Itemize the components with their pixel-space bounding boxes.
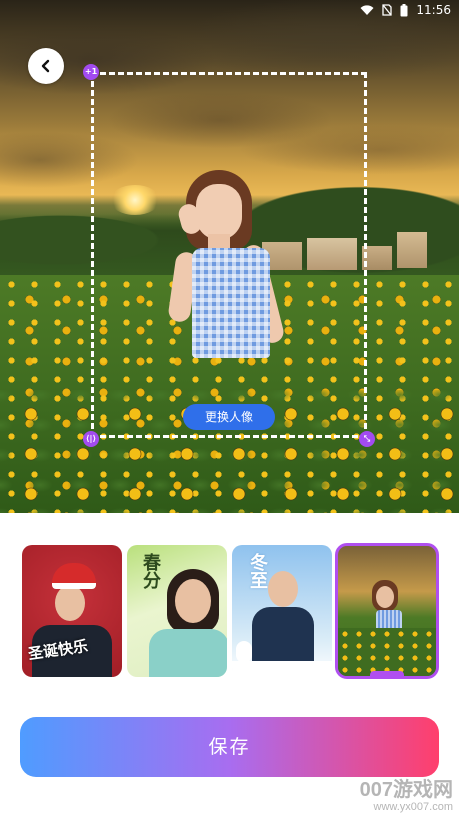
- shirt: [149, 629, 227, 677]
- template-text: 冬至: [247, 553, 268, 589]
- battery-icon: [400, 3, 408, 16]
- watermark-url: www.yx007.com: [373, 800, 453, 813]
- wifi-icon: [360, 4, 374, 15]
- status-bar: 11:56: [360, 0, 459, 20]
- shirt: [252, 607, 314, 663]
- clock: 11:56: [416, 3, 451, 17]
- save-button[interactable]: 保存: [20, 717, 439, 777]
- template-sunflower[interactable]: [335, 543, 439, 679]
- replace-portrait-button[interactable]: 更换人像: [183, 404, 275, 430]
- selected-indicator: [370, 671, 404, 676]
- template-winter[interactable]: 冬至: [232, 545, 332, 677]
- selection-frame[interactable]: [91, 72, 367, 438]
- santa-hat: [52, 563, 96, 589]
- photo-canvas[interactable]: +1 ⟨|⟩ ⤡ 更换人像 11:56: [0, 0, 459, 513]
- add-handle[interactable]: +1: [83, 64, 99, 80]
- template-spring[interactable]: 春分: [127, 545, 227, 677]
- back-button[interactable]: [28, 48, 64, 84]
- face: [376, 586, 394, 608]
- flip-handle[interactable]: ⟨|⟩: [83, 431, 99, 447]
- template-christmas[interactable]: 圣诞快乐: [22, 545, 122, 677]
- bottom-panel: 圣诞快乐 春分 冬至 保存 007游戏网 www.yx007.com: [0, 513, 459, 817]
- watermark: 007游戏网 www.yx007.com: [360, 779, 453, 813]
- snow-ground: [232, 661, 332, 677]
- template-list: 圣诞快乐 春分 冬至: [22, 543, 440, 681]
- face: [55, 585, 85, 621]
- chevron-left-icon: [41, 59, 50, 73]
- sim-off-icon: [382, 4, 393, 16]
- template-text: 春分: [140, 553, 161, 589]
- resize-handle[interactable]: ⤡: [359, 431, 375, 447]
- face: [175, 579, 211, 623]
- face: [268, 571, 298, 607]
- watermark-title: 007游戏网: [359, 778, 453, 801]
- snowman: [236, 641, 252, 663]
